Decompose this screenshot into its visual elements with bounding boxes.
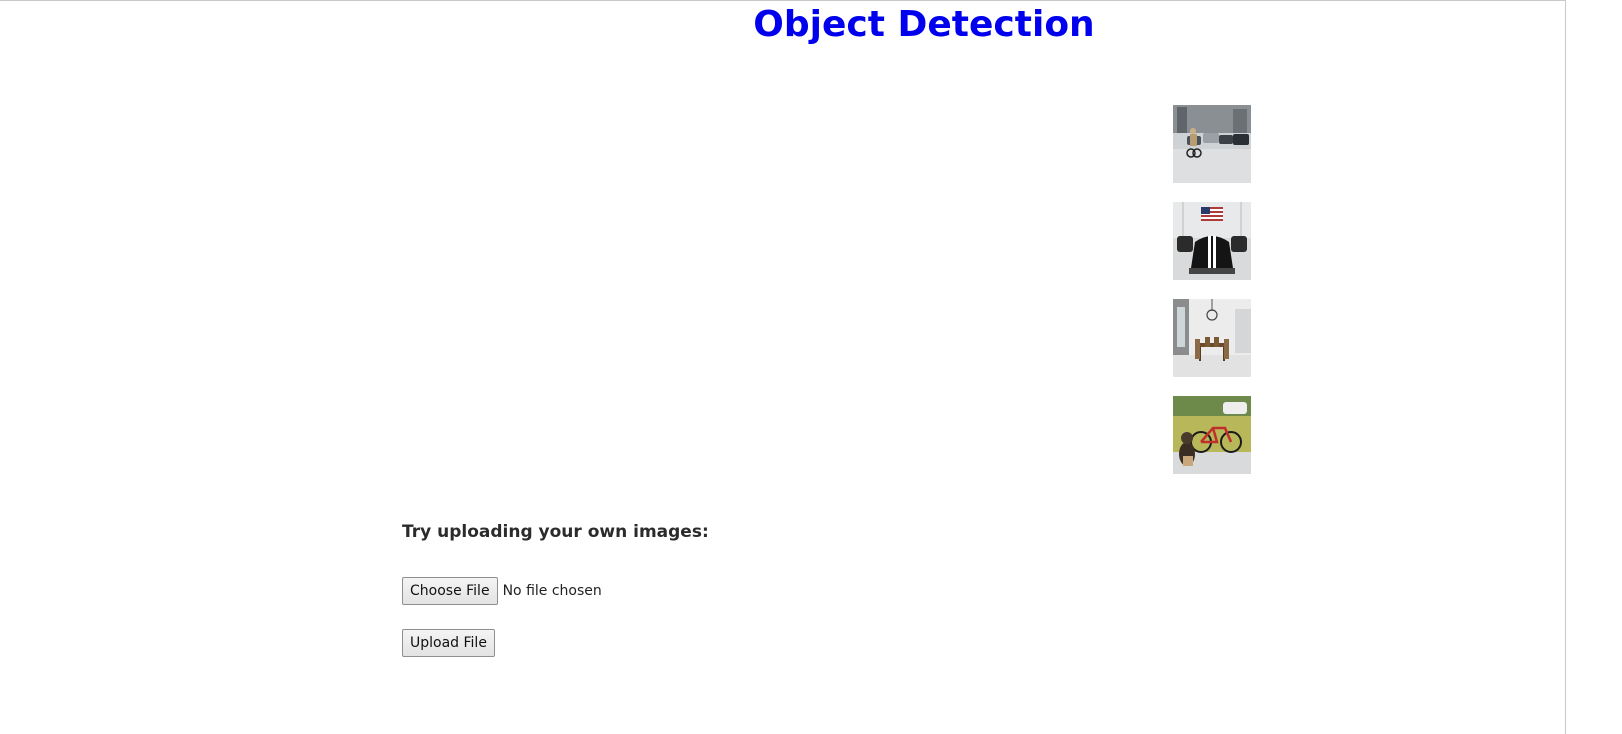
dining-room-thumbnail[interactable] (1173, 299, 1251, 377)
street-scene-thumbnail[interactable] (1173, 105, 1251, 183)
street-scene-image (1173, 105, 1251, 183)
upload-file-button[interactable]: Upload File (402, 629, 495, 657)
file-status-text: No file chosen (502, 583, 602, 599)
sample-images-list (1173, 105, 1251, 493)
choose-file-button[interactable]: Choose File (402, 577, 498, 605)
page-title: Object Detection (753, 4, 1095, 45)
dining-room-image (1173, 299, 1251, 377)
dog-bicycle-thumbnail[interactable] (1173, 396, 1251, 474)
file-input[interactable]: Choose File No file chosen (402, 577, 602, 605)
dog-bicycle-image (1173, 396, 1251, 474)
page-frame (0, 0, 1566, 734)
upload-heading: Try uploading your own images: (402, 522, 709, 542)
garage-car-thumbnail[interactable] (1173, 202, 1251, 280)
garage-car-image (1173, 202, 1251, 280)
